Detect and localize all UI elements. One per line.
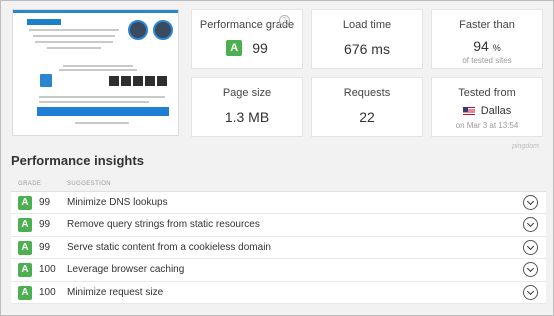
thumbnail-headline-line	[33, 35, 115, 37]
performance-grade-value: 99	[252, 40, 268, 56]
thumbnail-tag	[27, 19, 61, 25]
performance-insights-title: Performance insights	[11, 153, 144, 168]
tested-from-label: Tested from	[458, 87, 516, 99]
chevron-down-icon[interactable]	[523, 239, 538, 255]
faster-than-unit: %	[492, 43, 501, 53]
help-circle-icon[interactable]: ?	[279, 15, 290, 26]
grade-badge: A	[18, 240, 32, 255]
performance-grade-card: ? Performance grade A 99	[191, 9, 303, 69]
faster-than-card: Faster than 94 % of tested sites	[431, 9, 543, 69]
thumbnail-avatar	[128, 20, 148, 40]
page-size-value: 1.3 MB	[224, 109, 270, 125]
thumbnail-headline-line	[47, 47, 101, 49]
thumbnail-avatar	[153, 20, 173, 40]
load-time-label: Load time	[342, 19, 392, 31]
row-score: 99	[39, 197, 51, 208]
requests-label: Requests	[343, 87, 391, 99]
row-score: 100	[39, 286, 56, 298]
countdown-digit	[133, 76, 143, 86]
table-row[interactable]: A 100 Leverage browser caching	[11, 259, 546, 282]
grade-badge: A	[18, 263, 32, 278]
thumbnail-text-line	[59, 69, 137, 71]
thumbnail-top-bar	[13, 10, 178, 13]
row-suggestion: Minimize request size	[67, 286, 164, 298]
row-suggestion: Minimize DNS lookups	[67, 197, 168, 208]
tested-from-card: Tested from Dallas on Mar 3 at 13:54	[431, 77, 543, 137]
chevron-down-icon[interactable]	[523, 262, 538, 278]
tested-date: on Mar 3 at 13:54	[455, 121, 519, 130]
row-score: 99	[39, 219, 51, 231]
table-row[interactable]: A 100 Minimize request size	[11, 281, 546, 304]
pingdom-logo: pingdom	[512, 143, 539, 150]
grade-column-header: GRADE	[18, 181, 42, 187]
countdown-digit	[157, 76, 167, 86]
thumbnail-text-line	[63, 65, 133, 67]
countdown-digit	[121, 76, 131, 86]
thumbnail-headline-line	[29, 29, 119, 31]
thumbnail-text-line	[39, 101, 149, 103]
pingdom-results-page: ? Performance grade A 99 Load time 676 m…	[0, 0, 554, 316]
grade-badge: A	[18, 196, 32, 210]
suggestion-column-header: SUGGESTION	[67, 181, 112, 187]
faster-than-value: 94	[473, 38, 489, 54]
chevron-down-icon[interactable]	[523, 195, 538, 210]
row-suggestion: Leverage browser caching	[67, 264, 185, 276]
faster-than-subtext: of tested sites	[462, 56, 512, 65]
row-score: 100	[39, 264, 56, 276]
thumbnail-text-line	[39, 96, 165, 98]
grade-badge: A	[226, 40, 243, 56]
thumbnail-text-line	[75, 122, 129, 124]
table-row[interactable]: A 99 Serve static content from a cookiel…	[11, 236, 546, 260]
row-suggestion: Remove query strings from static resourc…	[67, 219, 260, 231]
countdown-digit	[145, 76, 155, 86]
grade-badge: A	[18, 285, 32, 300]
page-size-label: Page size	[222, 87, 272, 99]
table-row[interactable]: A 99 Minimize DNS lookups	[11, 192, 546, 215]
row-score: 99	[39, 241, 51, 253]
grade-badge: A	[18, 218, 32, 233]
faster-than-value-row: 94 %	[432, 38, 542, 54]
requests-card: Requests 22	[311, 77, 423, 137]
load-time-value: 676 ms	[344, 41, 390, 57]
us-flag-icon	[462, 107, 475, 115]
requests-value: 22	[359, 109, 375, 125]
calendar-icon	[40, 74, 52, 87]
table-header: GRADE SUGGESTION	[11, 177, 546, 192]
chevron-down-icon[interactable]	[523, 284, 538, 300]
thumbnail-headline-line	[35, 41, 113, 43]
tested-location-name: Dallas	[480, 105, 512, 117]
faster-than-label: Faster than	[459, 19, 515, 31]
performance-insights-table: GRADE SUGGESTION A 99 Minimize DNS looku…	[11, 177, 546, 304]
load-time-card: Load time 676 ms	[311, 9, 423, 69]
thumbnail-countdown	[109, 76, 167, 86]
row-suggestion: Serve static content from a cookieless d…	[67, 241, 271, 253]
countdown-digit	[109, 76, 119, 86]
thumbnail-cta-bar	[37, 107, 169, 116]
site-screenshot-thumbnail	[12, 9, 179, 136]
page-size-card: Page size 1.3 MB	[191, 77, 303, 137]
chevron-down-icon[interactable]	[523, 217, 538, 233]
table-row[interactable]: A 99 Remove query strings from static re…	[11, 214, 546, 237]
performance-grade-row: A 99	[192, 40, 302, 56]
tested-location: Dallas	[432, 105, 542, 117]
